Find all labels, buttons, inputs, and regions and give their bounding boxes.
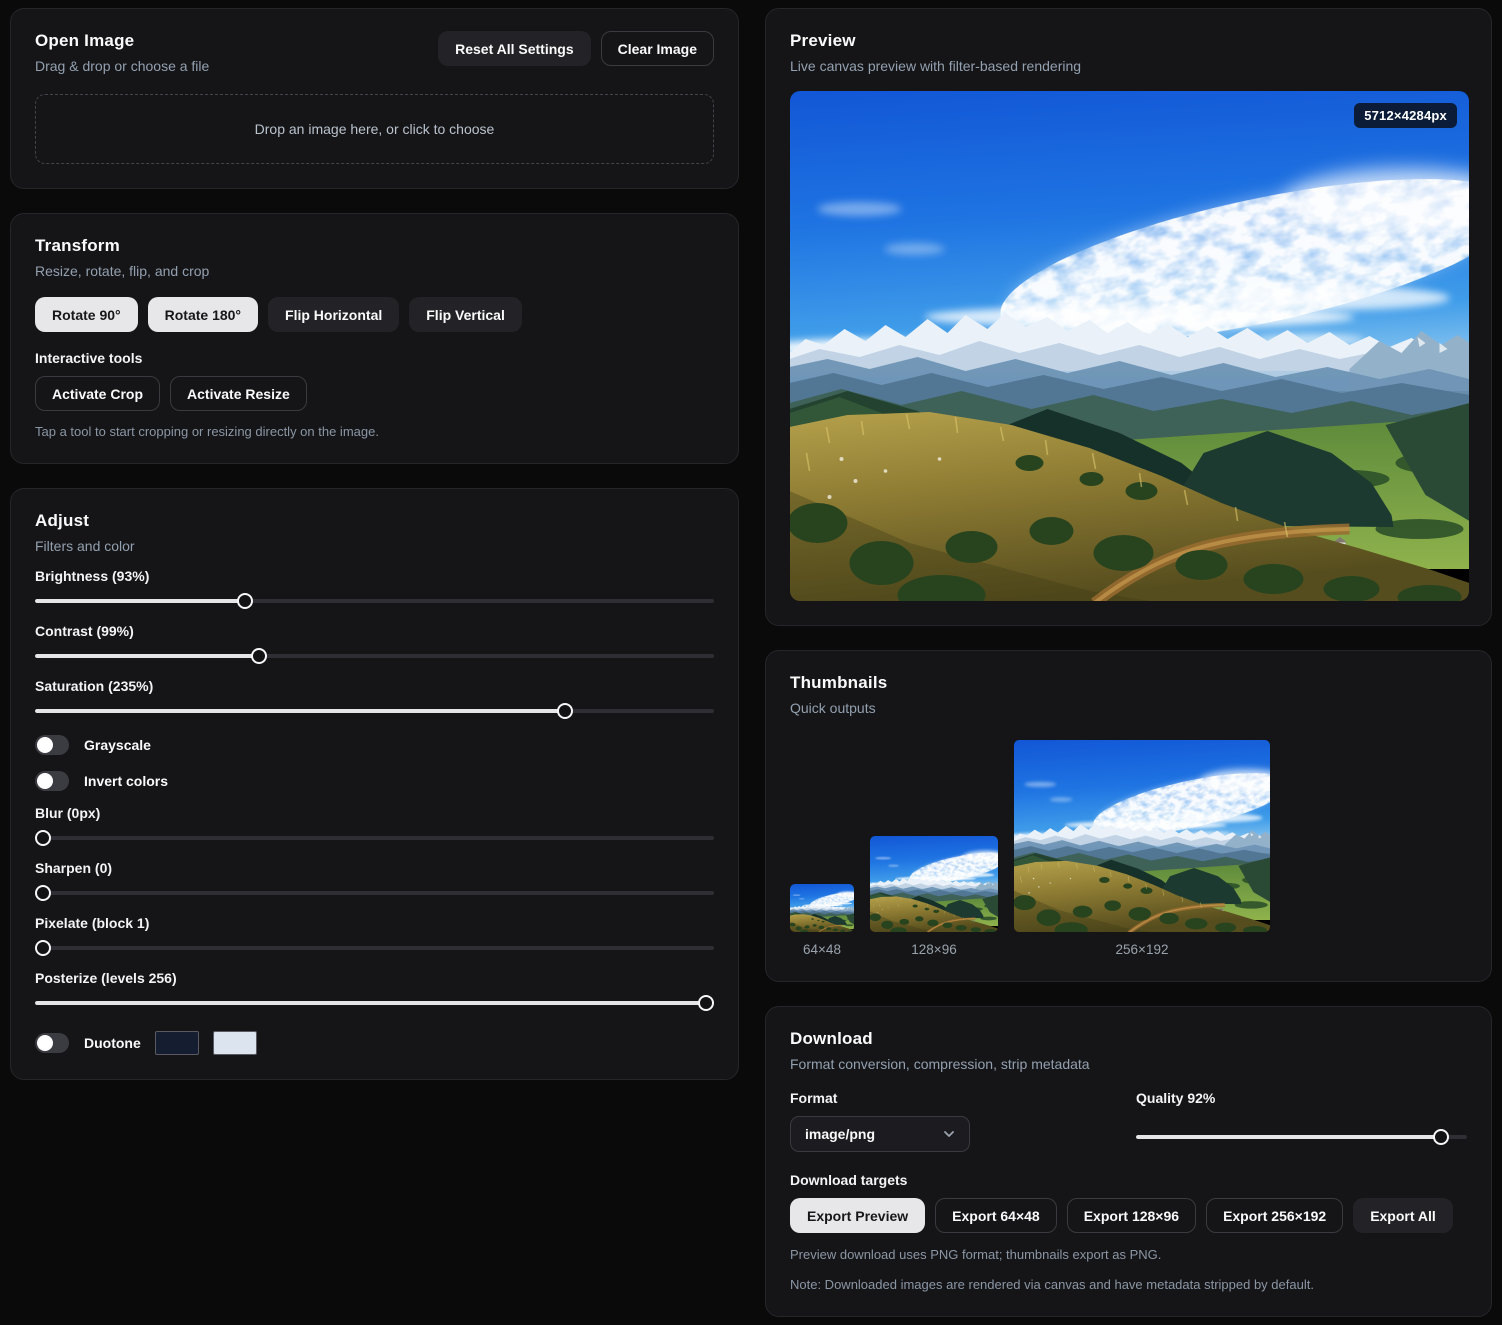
export-128x96-button[interactable]: Export 128×96 [1067, 1198, 1196, 1233]
slider-thumb[interactable] [557, 703, 573, 719]
brightness-label: Brightness (93%) [35, 568, 714, 584]
sharpen-label: Sharpen (0) [35, 860, 714, 876]
export-all-button[interactable]: Export All [1353, 1198, 1453, 1233]
open-image-panel: Open Image Drag & drop or choose a file … [10, 8, 739, 189]
grayscale-toggle[interactable] [35, 735, 69, 755]
slider-thumb[interactable] [1433, 1129, 1449, 1145]
slider-thumb[interactable] [698, 995, 714, 1011]
posterize-label: Posterize (levels 256) [35, 970, 714, 986]
saturation-label: Saturation (235%) [35, 678, 714, 694]
rotate-90-button[interactable]: Rotate 90° [35, 297, 138, 332]
thumbnail-64x48: 64×48 [790, 884, 854, 957]
transform-panel: Transform Resize, rotate, flip, and crop… [10, 213, 739, 464]
download-panel: Download Format conversion, compression,… [765, 1006, 1492, 1317]
download-note-png: Preview download uses PNG format; thumbn… [790, 1247, 1467, 1262]
download-note-metadata: Note: Downloaded images are rendered via… [790, 1277, 1467, 1292]
invert-colors-toggle[interactable] [35, 771, 69, 791]
blur-label: Blur (0px) [35, 805, 714, 821]
activate-resize-button[interactable]: Activate Resize [170, 376, 307, 411]
posterize-slider[interactable] [35, 995, 714, 1011]
slider-thumb[interactable] [35, 885, 51, 901]
dropzone-text: Drop an image here, or click to choose [255, 121, 495, 137]
thumbnail-label: 64×48 [803, 942, 841, 957]
download-targets-label: Download targets [790, 1172, 1467, 1188]
thumbnail-image [1014, 740, 1270, 932]
thumbnail-image [870, 836, 998, 932]
sharpen-slider[interactable] [35, 885, 714, 901]
reset-all-settings-button[interactable]: Reset All Settings [438, 31, 591, 66]
adjust-panel: Adjust Filters and color Brightness (93%… [10, 488, 739, 1080]
pixelate-label: Pixelate (block 1) [35, 915, 714, 931]
open-image-subtitle: Drag & drop or choose a file [35, 58, 209, 74]
duotone-light-swatch[interactable] [213, 1031, 257, 1055]
duotone-toggle[interactable] [35, 1033, 69, 1053]
quality-label: Quality 92% [1136, 1090, 1467, 1106]
preview-canvas[interactable]: 5712×4284px [790, 91, 1469, 601]
interactive-tools-label: Interactive tools [35, 350, 714, 366]
slider-thumb[interactable] [237, 593, 253, 609]
preview-subtitle: Live canvas preview with filter-based re… [790, 58, 1467, 74]
open-image-title: Open Image [35, 31, 209, 51]
format-select-value: image/png [805, 1126, 875, 1142]
transform-title: Transform [35, 236, 714, 256]
slider-thumb[interactable] [35, 830, 51, 846]
image-editor-app: Open Image Drag & drop or choose a file … [0, 0, 1502, 1325]
grayscale-label: Grayscale [84, 737, 151, 753]
thumbnail-256x192: 256×192 [1014, 740, 1270, 957]
image-dimensions-badge: 5712×4284px [1354, 103, 1457, 128]
quality-slider[interactable] [1136, 1129, 1467, 1145]
adjust-subtitle: Filters and color [35, 538, 714, 554]
duotone-dark-swatch[interactable] [155, 1031, 199, 1055]
clear-image-button[interactable]: Clear Image [601, 31, 714, 66]
contrast-label: Contrast (99%) [35, 623, 714, 639]
format-select[interactable]: image/png [790, 1116, 970, 1152]
export-256x192-button[interactable]: Export 256×192 [1206, 1198, 1343, 1233]
export-preview-button[interactable]: Export Preview [790, 1198, 925, 1233]
format-field: Format image/png [790, 1090, 1136, 1152]
rotate-180-button[interactable]: Rotate 180° [148, 297, 258, 332]
thumbnails-title: Thumbnails [790, 673, 1467, 693]
pixelate-slider[interactable] [35, 940, 714, 956]
quality-field: Quality 92% [1136, 1090, 1467, 1152]
download-title: Download [790, 1029, 1467, 1049]
thumbnail-label: 256×192 [1116, 942, 1169, 957]
thumbnail-image [790, 884, 854, 932]
slider-thumb[interactable] [251, 648, 267, 664]
transform-hint: Tap a tool to start cropping or resizing… [35, 424, 714, 439]
invert-colors-label: Invert colors [84, 773, 168, 789]
blur-slider[interactable] [35, 830, 714, 846]
slider-thumb[interactable] [35, 940, 51, 956]
thumbnails-panel: Thumbnails Quick outputs 64×48 128×96 25… [765, 650, 1492, 982]
toggle-knob [37, 1035, 53, 1051]
duotone-label: Duotone [84, 1035, 141, 1051]
brightness-slider[interactable] [35, 593, 714, 609]
export-64x48-button[interactable]: Export 64×48 [935, 1198, 1057, 1233]
thumbnail-128x96: 128×96 [870, 836, 998, 957]
adjust-title: Adjust [35, 511, 714, 531]
thumbnail-label: 128×96 [911, 942, 956, 957]
download-subtitle: Format conversion, compression, strip me… [790, 1056, 1467, 1072]
thumbnails-subtitle: Quick outputs [790, 700, 1467, 716]
flip-vertical-button[interactable]: Flip Vertical [409, 297, 522, 332]
toggle-knob [37, 737, 53, 753]
contrast-slider[interactable] [35, 648, 714, 664]
preview-title: Preview [790, 31, 1467, 51]
right-column: Preview Live canvas preview with filter-… [765, 8, 1492, 1317]
left-column: Open Image Drag & drop or choose a file … [10, 8, 739, 1080]
image-dropzone[interactable]: Drop an image here, or click to choose [35, 94, 714, 164]
preview-image [790, 91, 1469, 601]
preview-panel: Preview Live canvas preview with filter-… [765, 8, 1492, 626]
activate-crop-button[interactable]: Activate Crop [35, 376, 160, 411]
saturation-slider[interactable] [35, 703, 714, 719]
transform-subtitle: Resize, rotate, flip, and crop [35, 263, 714, 279]
chevron-down-icon [941, 1126, 957, 1142]
flip-horizontal-button[interactable]: Flip Horizontal [268, 297, 399, 332]
toggle-knob [37, 773, 53, 789]
format-label: Format [790, 1090, 1136, 1106]
